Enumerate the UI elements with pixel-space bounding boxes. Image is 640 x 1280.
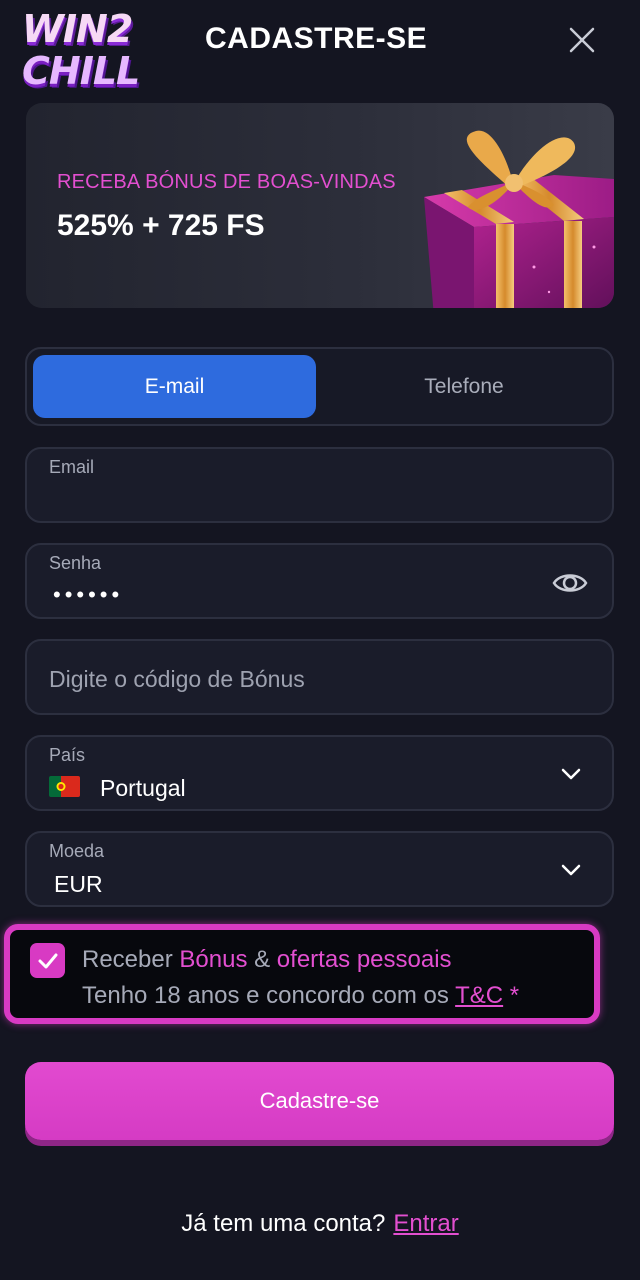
bonus-code-input[interactable]: Digite o código de Bónus: [25, 639, 614, 715]
banner-headline: 525% + 725 FS: [57, 209, 265, 242]
bonus-code-placeholder: Digite o código de Bónus: [49, 666, 305, 692]
email-field[interactable]: Email: [25, 447, 614, 523]
show-password-button[interactable]: [552, 565, 588, 601]
page-title: CADASTRE-SE: [205, 22, 428, 55]
email-label: Email: [49, 457, 95, 477]
consent-line2: Tenho 18 anos e concordo com os T&C *: [82, 982, 519, 1010]
age-confirm-text: Tenho 18 anos e concordo com os: [82, 982, 456, 1009]
header: WIN2 CHILL CADASTRE-SE: [0, 0, 640, 90]
logo-line2: CHILL: [22, 49, 140, 93]
logo-line1: WIN2: [22, 7, 133, 51]
login-question: Já tem uma conta?: [181, 1210, 386, 1237]
personal-offers-link[interactable]: ofertas pessoais: [277, 946, 452, 973]
registration-method-tabs: E-mail Telefone: [25, 347, 614, 426]
login-link[interactable]: Entrar: [393, 1210, 458, 1237]
terms-link[interactable]: T&C: [455, 982, 503, 1009]
chevron-down-icon[interactable]: [560, 763, 582, 785]
country-select[interactable]: País Portugal: [25, 735, 614, 811]
banner-subtitle: RECEBA BÓNUS DE BOAS-VINDAS: [57, 171, 396, 193]
tab-email[interactable]: E-mail: [33, 355, 316, 418]
consent-receive-text: Receber: [82, 946, 180, 973]
register-button[interactable]: Cadastre-se: [25, 1062, 614, 1140]
password-label: Senha: [49, 553, 102, 573]
consent-and-text: &: [247, 946, 277, 973]
consent-checkbox[interactable]: [30, 943, 65, 978]
welcome-bonus-banner: RECEBA BÓNUS DE BOAS-VINDAS 525% + 725 F…: [26, 103, 614, 308]
country-value: Portugal: [100, 775, 186, 801]
password-value: ••••••: [53, 582, 124, 607]
currency-select[interactable]: Moeda EUR: [25, 831, 614, 907]
gift-box-icon: [424, 130, 614, 308]
chevron-down-icon[interactable]: [560, 859, 582, 881]
bonus-link[interactable]: Bónus: [179, 946, 247, 973]
win2chill-logo[interactable]: WIN2 CHILL: [22, 7, 162, 93]
country-label: País: [49, 745, 86, 765]
close-icon: [569, 27, 595, 53]
portugal-flag-icon: [49, 776, 80, 797]
close-button[interactable]: [566, 24, 598, 56]
login-prompt: Já tem uma conta? Entrar: [0, 1210, 640, 1238]
currency-label: Moeda: [49, 841, 105, 861]
consent-line1: Receber Bónus & ofertas pessoais: [82, 946, 452, 974]
required-asterisk: *: [503, 982, 520, 1009]
currency-value: EUR: [54, 871, 103, 897]
tab-phone[interactable]: Telefone: [322, 355, 606, 418]
consent-box: Receber Bónus & ofertas pessoais Tenho 1…: [4, 924, 600, 1024]
checkmark-icon: [38, 953, 57, 968]
eye-icon: [552, 574, 588, 592]
password-field[interactable]: Senha ••••••: [25, 543, 614, 619]
